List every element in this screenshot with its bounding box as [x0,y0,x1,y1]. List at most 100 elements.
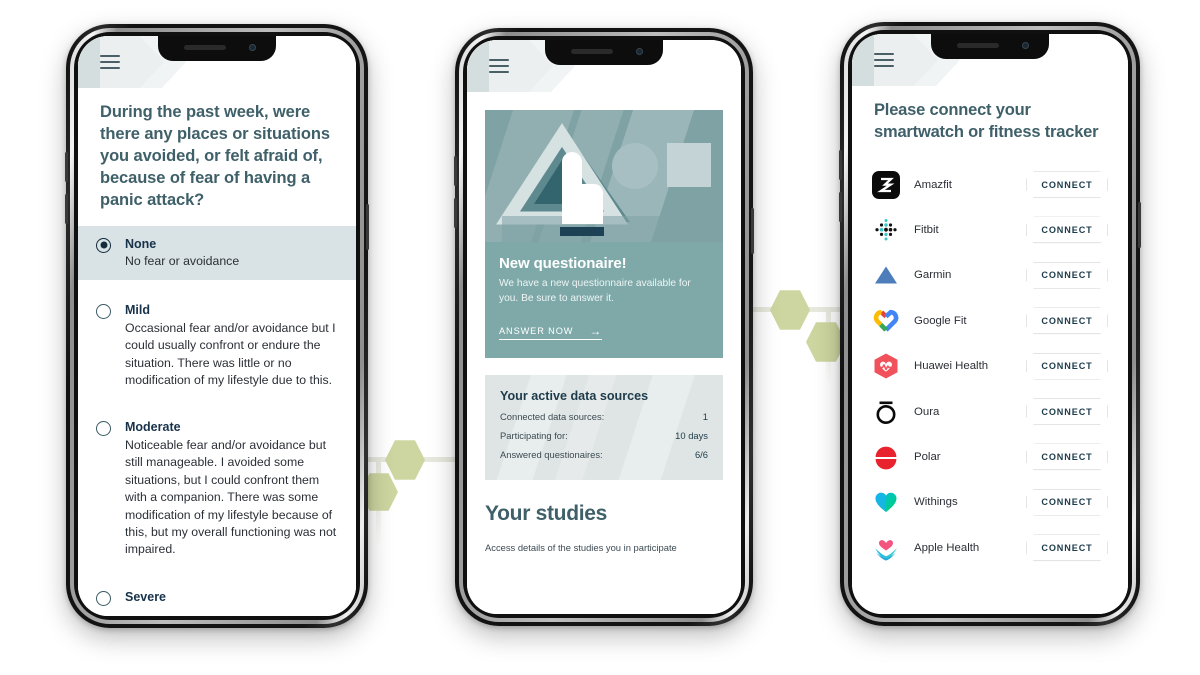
power-button[interactable] [751,208,754,254]
radio-button-mild[interactable] [96,304,111,320]
answer-now-link[interactable]: ANSWER NOW → [499,323,603,340]
device-name: Withings [914,496,958,509]
radio-button-severe[interactable] [96,590,111,606]
phone-notch [931,34,1049,59]
connect-button-google-fit[interactable]: CONNECT [1026,307,1108,334]
power-button[interactable] [366,204,369,250]
row-value: 1 [702,410,708,422]
volume-down-button[interactable] [454,198,457,228]
device-row-garmin[interactable]: Garmin CONNECT [872,253,1108,298]
option-label: Severe [125,589,167,604]
row-label: Participating for: [500,429,568,441]
connect-button-garmin[interactable]: CONNECT [1026,262,1108,289]
questionnaire-scroll-area[interactable]: During the past week, were there any pla… [78,92,356,616]
arrow-right-icon: → [589,323,603,338]
row-value: 10 days [675,429,708,441]
connect-label: CONNECT [1041,497,1093,508]
row-label: Connected data sources: [500,410,605,422]
option-row-severe[interactable]: Severe [78,579,356,616]
volume-down-button[interactable] [839,192,842,222]
new-questionnaire-card[interactable]: New questionaire! We have a new question… [485,110,723,358]
active-data-sources-card: Your active data sources Connected data … [485,374,723,480]
connect-button-withings[interactable]: CONNECT [1026,489,1108,516]
connect-label: CONNECT [1041,406,1093,417]
your-studies-heading: Your studies [485,501,608,525]
connect-label: CONNECT [1041,179,1093,190]
your-studies-description: Access details of the studies you in par… [485,541,677,553]
connect-label: CONNECT [1041,315,1093,326]
connect-label: CONNECT [1041,361,1093,372]
garmin-icon [872,261,900,289]
card-heading: Your active data sources [500,388,649,403]
volume-up-button[interactable] [454,156,457,186]
connect-button-apple-health[interactable]: CONNECT [1026,534,1108,561]
huawei-health-icon [872,352,900,380]
device-name: Amazfit [914,178,952,191]
option-label: Moderate [125,420,181,435]
power-button[interactable] [1138,202,1141,248]
connect-button-fitbit[interactable]: CONNECT [1026,216,1108,243]
hamburger-menu-icon[interactable] [489,59,509,73]
device-row-polar[interactable]: Polar CONNECT [872,434,1108,479]
connect-button-oura[interactable]: CONNECT [1026,398,1108,425]
connect-label: CONNECT [1041,270,1093,281]
amazfit-icon [872,170,900,199]
volume-up-button[interactable] [65,152,68,182]
banner-heading: New questionaire! [499,255,627,272]
fitbit-icon [872,216,900,244]
phone3-screen: Please connect your smartwatch or fitnes… [852,34,1128,614]
option-row-none[interactable]: None No fear or avoidance [78,225,356,281]
device-row-huawei-health[interactable]: Huawei Health CONNECT [872,343,1108,388]
hamburger-menu-icon[interactable] [874,53,894,67]
banner-body-text: We have a new questionnaire available fo… [499,278,691,305]
option-description: Occasional fear and/or avoidance but I c… [125,320,336,387]
phone1-screen: During the past week, were there any pla… [78,36,356,616]
device-list: Amazfit CONNECT Fitbit CONNECT Garmin CO… [852,144,1128,571]
device-name: Oura [914,405,940,418]
option-row-moderate[interactable]: Moderate Noticeable fear and/or avoidanc… [78,409,356,568]
devices-scroll-area[interactable]: Please connect your smartwatch or fitnes… [852,90,1128,614]
google-fit-icon [872,307,900,335]
hand-pointing-shapes-illustration [485,110,723,242]
device-name: Polar [914,450,941,463]
device-name: Apple Health [914,541,980,554]
screenshot-canvas: During the past week, were there any pla… [0,0,1200,675]
device-row-oura[interactable]: Oura CONNECT [872,389,1108,434]
row-value: 6/6 [694,448,708,460]
hexagon-shape [385,440,425,480]
hexagon-shape [770,290,810,330]
device-row-withings[interactable]: Withings CONNECT [872,480,1108,525]
withings-icon [872,488,900,516]
row-label: Answered questionaires: [500,448,603,460]
hamburger-menu-icon[interactable] [100,55,120,69]
radio-button-moderate[interactable] [96,421,111,437]
option-label: None [125,236,157,251]
device-row-google-fit[interactable]: Google Fit CONNECT [872,298,1108,343]
connect-button-polar[interactable]: CONNECT [1026,443,1108,470]
dashboard-scroll-area[interactable]: New questionaire! We have a new question… [467,96,741,614]
volume-down-button[interactable] [65,194,68,224]
oura-icon [872,398,900,426]
device-row-apple-health[interactable]: Apple Health CONNECT [872,525,1108,570]
question-text: During the past week, were there any pla… [100,103,330,209]
phone-mockup-questionnaire: During the past week, were there any pla… [65,24,369,628]
device-row-fitbit[interactable]: Fitbit CONNECT [872,207,1108,252]
device-row-amazfit[interactable]: Amazfit CONNECT [872,162,1108,207]
phone-notch [158,36,276,61]
device-name: Huawei Health [914,360,989,373]
phone2-screen: New questionaire! We have a new question… [467,40,741,614]
volume-up-button[interactable] [839,150,842,180]
connect-label: CONNECT [1041,451,1093,462]
connect-button-amazfit[interactable]: CONNECT [1026,171,1108,198]
data-source-row: Answered questionaires: 6/6 [500,449,708,460]
device-name: Google Fit [914,314,967,327]
answer-now-label: ANSWER NOW [499,325,574,336]
option-row-mild[interactable]: Mild Occasional fear and/or avoidance bu… [78,292,356,399]
phone-mockup-connect-devices: Please connect your smartwatch or fitnes… [839,22,1141,626]
connect-button-huawei-health[interactable]: CONNECT [1026,353,1108,380]
radio-button-none[interactable] [96,237,111,253]
connect-label: CONNECT [1041,224,1093,235]
polar-icon [872,443,900,471]
phone-notch [545,40,663,65]
connect-label: CONNECT [1041,542,1093,553]
